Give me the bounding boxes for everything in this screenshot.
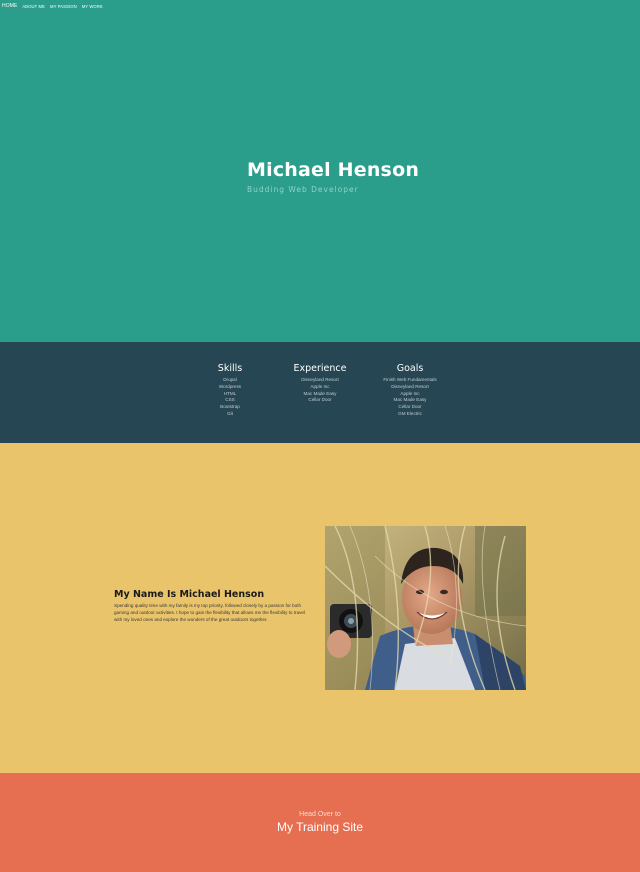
list-item: Bootstrap [220,404,240,410]
list-item: Drupal [223,377,237,382]
footer-subheading: Head Over to [299,811,341,818]
goals-column: Goals Finish Web Fundamentals Disneyland… [375,363,445,418]
list-item: Cellar Door [398,404,422,410]
nav-my-work[interactable]: MY WORK [82,4,103,9]
experience-column: Experience Disneyland Resort Apple Inc M… [285,363,355,404]
training-site-link[interactable]: My Training Site [0,820,640,834]
hero-name: Michael Henson [247,159,420,181]
skills-list: Drupal Wordpress HTML CSS Bootstrap Git [210,377,250,418]
goals-list: Finish Web Fundamentals Disneyland Resor… [375,377,445,418]
list-item: Finish Web Fundamentals [383,377,437,382]
nav-my-passion[interactable]: MY PASSION [50,4,77,9]
about-section: My Name Is Michael Henson Spending quali… [0,443,640,773]
skills-column: Skills Drupal Wordpress HTML CSS Bootstr… [210,363,250,418]
info-section: Skills Drupal Wordpress HTML CSS Bootstr… [0,342,640,443]
goals-title: Goals [396,363,424,374]
portrait-image [325,526,526,690]
hero-tagline: Budding Web Developer [247,185,359,194]
skills-title: Skills [217,363,243,374]
hero-section: HOME ABOUT ME MY PASSION MY WORK Michael… [0,0,640,342]
top-nav: HOME ABOUT ME MY PASSION MY WORK [0,0,103,12]
nav-home[interactable]: HOME [2,3,17,9]
list-item: GM Electric [398,410,422,416]
list-item: Mac Made Easy [303,390,337,396]
list-item: Disneyland Resort [391,383,429,389]
list-item: CSS [225,397,235,403]
about-title: My Name Is Michael Henson [114,589,265,600]
list-item: Apple Inc [310,383,330,389]
experience-list: Disneyland Resort Apple Inc Mac Made Eas… [285,377,355,404]
list-item: Wordpress [218,383,242,389]
experience-title: Experience [293,363,347,374]
footer-section: Head Over to My Training Site [0,773,640,872]
nav-about-me[interactable]: ABOUT ME [22,4,45,9]
portrait-photo [325,526,526,690]
list-item: Disneyland Resort [301,377,339,382]
list-item: Git [227,410,233,416]
about-text: Spending quality time with my family is … [114,603,305,622]
list-item: HTML [223,390,237,396]
list-item: Apple Inc [400,390,420,396]
list-item: Cellar Door [308,397,332,403]
list-item: Mac Made Easy [393,397,427,403]
